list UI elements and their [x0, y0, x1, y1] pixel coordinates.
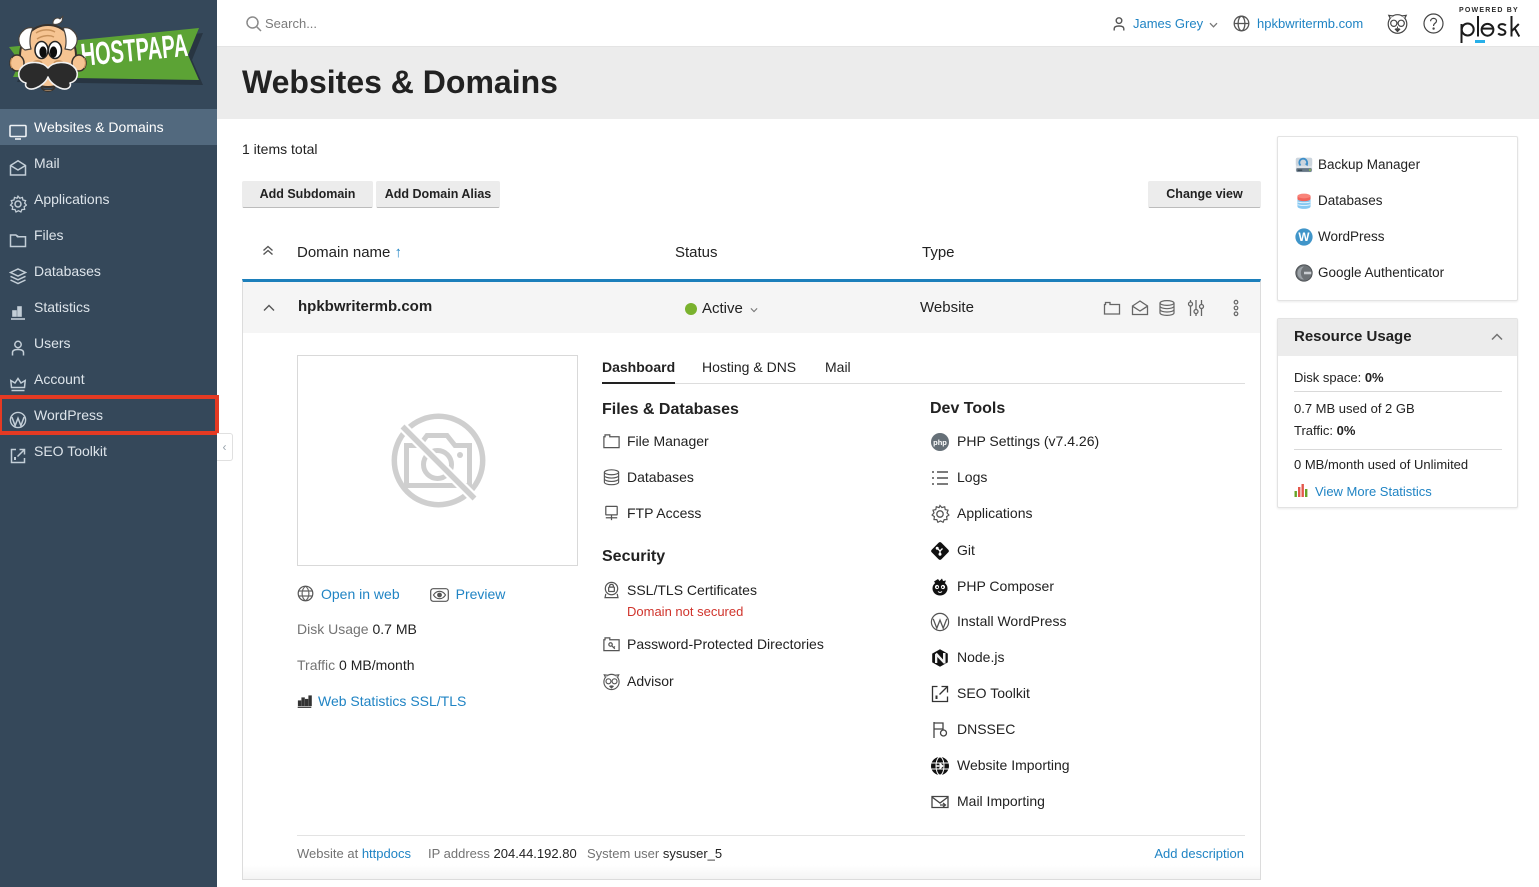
svg-text:W: W — [1298, 230, 1310, 244]
svg-text:php: php — [933, 438, 947, 447]
